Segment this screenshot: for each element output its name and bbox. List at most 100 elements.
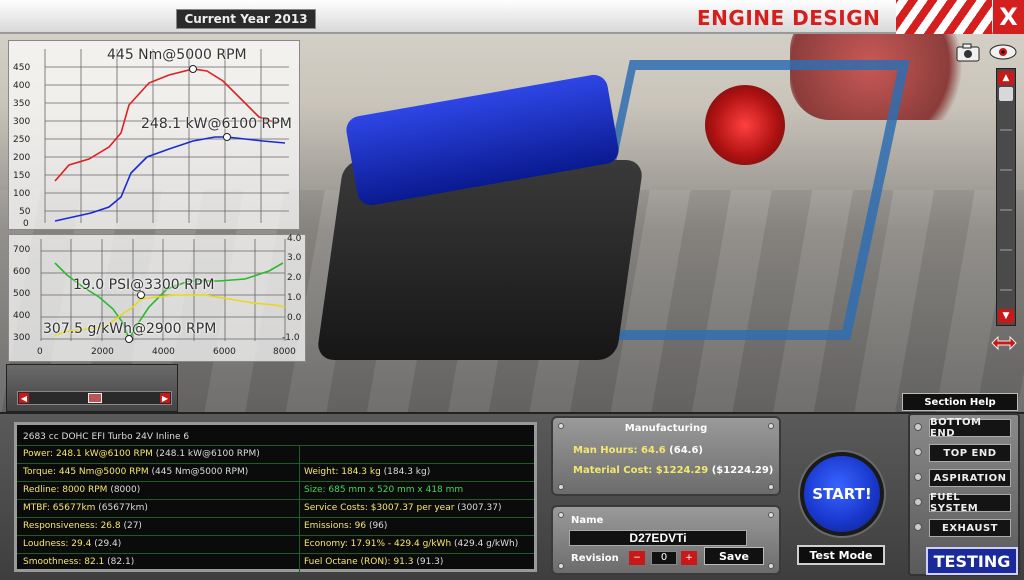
rivet (558, 484, 564, 490)
camera-icon[interactable] (955, 42, 981, 62)
scroll-up-button[interactable]: ▲ (998, 71, 1014, 85)
power-curve (54, 136, 286, 222)
y-left-tick: 600 (13, 267, 31, 277)
stat-redline: Redline: 8000 RPM (8000) (23, 485, 141, 495)
section-help-button[interactable]: Section Help (902, 393, 1018, 411)
material-cost: Material Cost: $1224.29 ($1224.29) (573, 465, 774, 476)
revision-decrease-button[interactable]: − (629, 551, 645, 565)
eye-icon[interactable] (988, 42, 1018, 62)
rivet (914, 523, 922, 531)
boost-peak-label: 19.0 PSI@3300 RPM (73, 277, 215, 293)
engine-description: 2683 cc DOHC EFI Turbo 24V Inline 6 (23, 432, 190, 442)
y-right-tick: 3.0 (287, 253, 302, 263)
y-left-tick: 300 (13, 333, 31, 343)
close-button[interactable]: X (993, 0, 1024, 34)
nav-fuel-system[interactable]: FUEL SYSTEM (929, 492, 1011, 514)
scroll-notch (1000, 289, 1012, 291)
rivet (914, 448, 922, 456)
top-bar: Current Year 2013 ENGINE DESIGN X (0, 0, 1024, 34)
boost-bsfc-svg (40, 239, 286, 343)
nav-exhaust[interactable]: EXHAUST (929, 519, 1011, 537)
engine-stats-panel: 2683 cc DOHC EFI Turbo 24V Inline 6 Powe… (14, 422, 537, 573)
y-right-tick: 0.0 (287, 313, 302, 323)
section-nav: BOTTOM END TOP END ASPIRATION FUEL SYSTE… (908, 413, 1020, 576)
name-panel: Name Revision − 0 + Save (551, 505, 781, 575)
stats-rule (17, 445, 534, 446)
zoom-scrollbar[interactable]: ▲ ▼ (996, 68, 1016, 326)
slider-left-arrow[interactable]: ◀ (19, 393, 29, 403)
y-right-tick: -1.0 (282, 333, 300, 343)
rivet (558, 512, 564, 518)
stat-power: Power: 248.1 kW@6100 RPM (248.1 kW@6100 … (23, 449, 260, 459)
slider-right-arrow[interactable]: ▶ (160, 393, 170, 403)
rpm-slider[interactable]: ◀ ▶ (17, 391, 172, 405)
stats-rule (17, 535, 534, 536)
stat-service-costs: Service Costs: $3007.37 per year (3007.3… (304, 503, 502, 513)
y-tick: 200 (13, 153, 31, 163)
y-tick: 50 (19, 207, 31, 217)
stat-loudness: Loudness: 29.4 (29.4) (23, 539, 122, 549)
y-right-tick: 2.0 (287, 273, 302, 283)
x-tick: 8000 (273, 347, 296, 357)
test-mode-button[interactable]: Test Mode (797, 545, 885, 565)
nav-testing[interactable]: TESTING (926, 547, 1018, 575)
torque-peak-marker (189, 65, 197, 73)
flywheel (705, 85, 785, 165)
rivet (768, 512, 774, 518)
stat-responsiveness: Responsiveness: 26.8 (27) (23, 521, 142, 531)
rivet (558, 563, 564, 569)
torque-power-svg (44, 49, 289, 223)
x-tick: 6000 (213, 347, 236, 357)
y-tick: 350 (13, 99, 31, 109)
power-peak-label: 248.1 kW@6100 RPM (141, 116, 292, 132)
current-year: Current Year 2013 (176, 9, 316, 29)
nav-bottom-end[interactable]: BOTTOM END (929, 417, 1011, 439)
y-tick: 300 (13, 117, 31, 127)
scroll-down-button[interactable]: ▼ (998, 309, 1014, 323)
engine-name-input[interactable] (569, 530, 747, 546)
revision-increase-button[interactable]: + (681, 551, 697, 565)
start-button[interactable]: START! (800, 452, 884, 536)
y-left-tick: 400 (13, 311, 31, 321)
bsfc-min-label: 307.5 g/kWh@2900 RPM (43, 321, 217, 337)
y-tick: 250 (13, 135, 31, 145)
manufacturing-panel: Manufacturing Man Hours: 64.6 (64.6) Mat… (551, 416, 781, 496)
stat-size: Size: 685 mm x 520 mm x 418 mm (304, 485, 464, 495)
y-tick: 150 (13, 171, 31, 181)
torque-peak-label: 445 Nm@5000 RPM (107, 47, 247, 63)
x-tick: 2000 (91, 347, 114, 357)
torque-power-graph: 445 Nm@5000 RPM 248.1 kW@6100 RPM 450 40… (8, 40, 300, 230)
page-title: ENGINE DESIGN (697, 6, 881, 30)
rivet (914, 423, 922, 431)
stats-rule (17, 553, 534, 554)
rotate-view-icon[interactable] (988, 332, 1020, 354)
stats-rule (17, 481, 534, 482)
stat-fuel-octane: Fuel Octane (RON): 91.3 (91.3) (304, 557, 444, 567)
rivet (768, 484, 774, 490)
nav-aspiration[interactable]: ASPIRATION (929, 469, 1011, 487)
y-right-tick: 1.0 (287, 293, 302, 303)
rivet (914, 498, 922, 506)
x-tick: 4000 (152, 347, 175, 357)
y-tick: 400 (13, 81, 31, 91)
stat-torque: Torque: 445 Nm@5000 RPM (445 Nm@5000 RPM… (23, 467, 249, 477)
stat-emissions: Emissions: 96 (96) (304, 521, 388, 531)
x-tick: 0 (37, 347, 43, 357)
name-label: Name (571, 515, 604, 526)
scroll-notch (1000, 249, 1012, 251)
stats-rule (17, 463, 534, 464)
y-tick: 450 (13, 63, 31, 73)
scroll-thumb[interactable] (999, 87, 1013, 101)
rivet (768, 563, 774, 569)
save-button[interactable]: Save (704, 547, 764, 565)
y-tick: 0 (23, 219, 29, 229)
stat-smoothness: Smoothness: 82.1 (82.1) (23, 557, 135, 567)
nav-top-end[interactable]: TOP END (929, 444, 1011, 462)
slider-thumb[interactable] (88, 393, 102, 403)
man-hours: Man Hours: 64.6 (64.6) (573, 445, 703, 456)
scroll-notch (1000, 129, 1012, 131)
y-left-tick: 500 (13, 289, 31, 299)
stat-weight: Weight: 184.3 kg (184.3 kg) (304, 467, 431, 477)
title-stripes (896, 0, 992, 34)
stats-rule (17, 517, 534, 518)
